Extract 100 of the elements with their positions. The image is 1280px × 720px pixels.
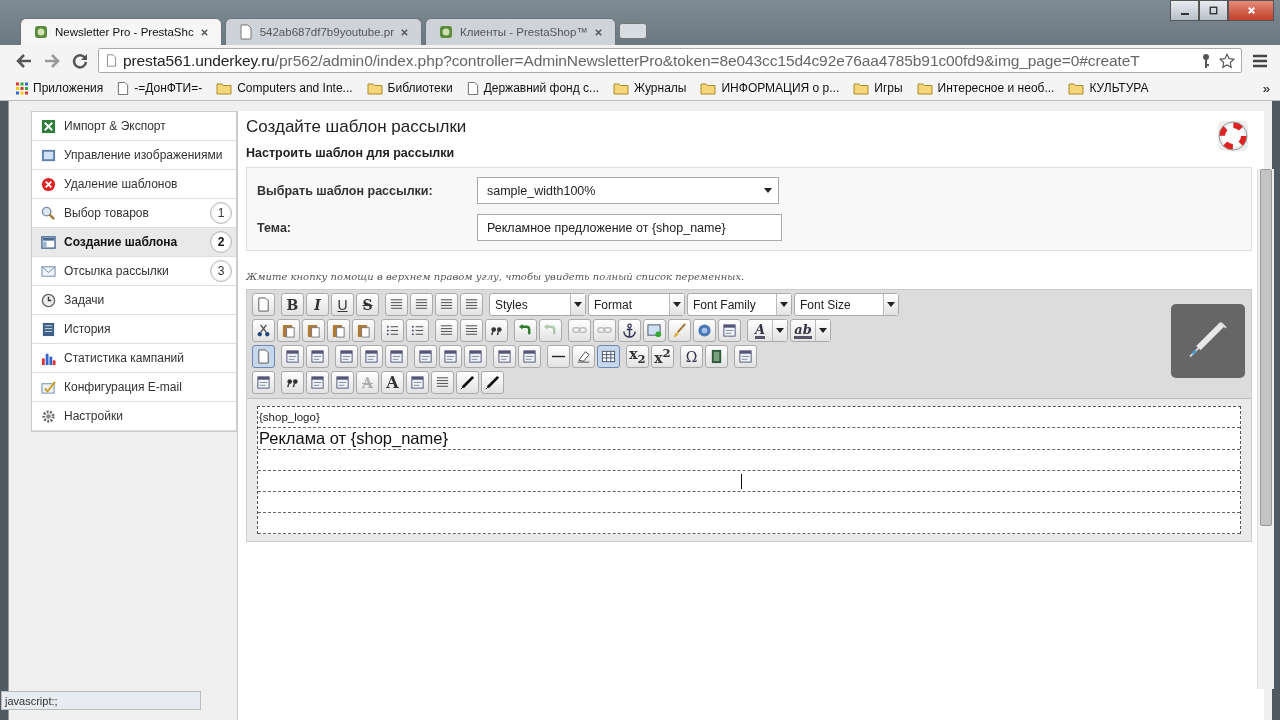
minimize-button[interactable] bbox=[1170, 0, 1199, 21]
color-picker-button[interactable]: A bbox=[747, 319, 788, 342]
new-tab-button[interactable] bbox=[618, 23, 647, 39]
toolbar-dropdown[interactable]: Styles bbox=[489, 293, 586, 316]
toolbar-button[interactable] bbox=[281, 371, 304, 394]
envelope-icon bbox=[41, 263, 56, 279]
toolbar-button[interactable] bbox=[431, 371, 454, 394]
close-button[interactable] bbox=[1228, 0, 1274, 21]
toolbar-button[interactable] bbox=[493, 345, 516, 368]
address-field[interactable]: presta561.underkey.ru/pr562/admin0/index.php?controller=AdminNewsletterPro&token=8e043cc15d4c92e76aa4785b91c00fd9&img_page=0#createT bbox=[98, 48, 1242, 73]
toolbar-button[interactable] bbox=[306, 371, 329, 394]
close-icon[interactable] bbox=[593, 27, 603, 37]
editor-row[interactable]: {shop_logo} bbox=[258, 407, 1240, 428]
sidebar-item[interactable]: Настройки bbox=[32, 402, 236, 431]
browser-tab[interactable]: Клиенты - PrestaShop™ bbox=[425, 18, 616, 45]
editor-row[interactable]: Реклама от {shop_name} bbox=[258, 428, 1240, 450]
toolbar-button[interactable] bbox=[460, 319, 483, 342]
toolbar-button[interactable] bbox=[252, 371, 275, 394]
page-icon bbox=[105, 53, 118, 68]
toolbar-button[interactable] bbox=[705, 345, 728, 368]
color-picker-button[interactable]: ab bbox=[790, 319, 831, 342]
toolbar-button[interactable]: S bbox=[356, 293, 379, 316]
toolbar-button[interactable] bbox=[435, 293, 458, 316]
toolbar-dropdown[interactable]: Format bbox=[588, 293, 685, 316]
toolbar-button[interactable] bbox=[410, 293, 433, 316]
toolbar-button[interactable] bbox=[385, 293, 408, 316]
caret-icon bbox=[819, 328, 827, 333]
toolbar-button[interactable]: x$^{2}$ bbox=[651, 345, 674, 368]
browser-tab[interactable]: Newsletter Pro - PrestaShc bbox=[20, 18, 222, 45]
heading-text: Реклама от {shop_name} bbox=[259, 429, 448, 448]
toolbar-button[interactable] bbox=[385, 345, 408, 368]
toolbar-button[interactable] bbox=[456, 371, 479, 394]
toolbar-button[interactable] bbox=[439, 345, 462, 368]
toolbar-button[interactable] bbox=[331, 371, 354, 394]
template-select[interactable]: sample_width100% bbox=[477, 177, 779, 204]
sidebar-item[interactable]: Задачи bbox=[32, 286, 236, 315]
sidebar-item[interactable]: Управление изображениями bbox=[32, 141, 236, 170]
toolbar-button[interactable] bbox=[335, 345, 358, 368]
spreadsheet-icon bbox=[41, 118, 56, 134]
syringe-button[interactable] bbox=[1171, 304, 1245, 378]
sidebar-item[interactable]: Импорт & Экспорт bbox=[32, 112, 236, 141]
toolbar-button[interactable] bbox=[734, 345, 757, 368]
toolbar-button[interactable] bbox=[597, 345, 620, 368]
maximize-button[interactable] bbox=[1199, 0, 1228, 21]
toolbar-button[interactable] bbox=[306, 345, 329, 368]
toolbar-button[interactable] bbox=[485, 319, 508, 342]
folder-icon bbox=[1068, 81, 1085, 95]
close-icon[interactable] bbox=[199, 27, 209, 37]
toolbar-button[interactable] bbox=[406, 371, 429, 394]
folder-icon bbox=[216, 81, 233, 95]
sidebar-item[interactable]: Удаление шаблонов bbox=[32, 170, 236, 199]
toolbar-button[interactable]: I bbox=[306, 293, 329, 316]
bookmark[interactable]: Computers and Inte... bbox=[216, 81, 353, 95]
bookmark[interactable]: КУЛЬТУРА bbox=[1068, 81, 1149, 95]
toolbar-button[interactable]: A bbox=[381, 371, 404, 394]
toolbar-button[interactable] bbox=[464, 345, 487, 368]
bookmark[interactable]: Журналы bbox=[613, 81, 687, 95]
toolbar-button[interactable] bbox=[252, 319, 275, 342]
toolbar-button[interactable] bbox=[718, 319, 741, 342]
toolbar-button[interactable] bbox=[281, 345, 304, 368]
toolbar-button[interactable] bbox=[360, 345, 383, 368]
toolbar-button[interactable] bbox=[435, 319, 458, 342]
star-icon[interactable] bbox=[1219, 52, 1235, 69]
clock-icon bbox=[41, 292, 56, 308]
scrollbar-thumb[interactable] bbox=[1260, 169, 1272, 526]
close-icon[interactable] bbox=[400, 27, 409, 37]
lifebuoy-icon[interactable] bbox=[1218, 121, 1248, 151]
logo-placeholder: {shop_logo} bbox=[259, 411, 320, 423]
toolbar-button[interactable]: B bbox=[281, 293, 304, 316]
clipboard-icon bbox=[306, 323, 321, 338]
bookmark[interactable]: Библиотеки bbox=[366, 81, 453, 95]
editor-row[interactable] bbox=[258, 471, 1240, 492]
bookmark[interactable]: ИНФОРМАЦИЯ о р... bbox=[700, 81, 840, 95]
bookmark[interactable]: Державний фонд с... bbox=[466, 81, 600, 95]
subject-field[interactable]: Рекламное предложение от {shop_name} bbox=[477, 214, 782, 241]
hint-text: Жмите кнопку помощи в верхнем правом углу, чтобы увидеть полный список переменных. bbox=[246, 271, 746, 282]
sidebar-item[interactable]: Статистика кампаний bbox=[32, 344, 236, 373]
toolbar-dropdown[interactable]: Font Family bbox=[687, 293, 792, 316]
bookmark[interactable]: Приложения bbox=[16, 81, 104, 95]
toolbar-button[interactable]: Ω bbox=[680, 345, 703, 368]
bookmark[interactable]: -=ДонФТИ=- bbox=[117, 81, 203, 95]
toolbar-button[interactable] bbox=[518, 345, 541, 368]
magnifier-icon bbox=[41, 205, 56, 221]
toolbar-button[interactable] bbox=[481, 371, 504, 394]
bookmark[interactable]: Игры bbox=[853, 81, 903, 95]
toolbar-button[interactable] bbox=[460, 293, 483, 316]
sidebar-item[interactable]: Создание шаблона 2 bbox=[32, 228, 236, 257]
toolbar-button[interactable]: U bbox=[331, 293, 354, 316]
browser-tab[interactable]: 542ab687df7b9youtube.pr bbox=[224, 18, 422, 45]
sidebar-item[interactable]: Конфигурация E-mail bbox=[32, 373, 236, 402]
toolbar-dropdown[interactable]: Font Size bbox=[794, 293, 899, 316]
step-number: 3 bbox=[210, 260, 232, 282]
bookmark[interactable]: Интересное и необ... bbox=[916, 81, 1055, 95]
toolbar-button[interactable] bbox=[414, 345, 437, 368]
more-bookmarks-button[interactable]: » bbox=[1262, 80, 1270, 96]
sidebar-item[interactable]: Отсылка рассылки 3 bbox=[32, 257, 236, 286]
toolbar-button[interactable] bbox=[618, 319, 641, 342]
sidebar-item[interactable]: История bbox=[32, 315, 236, 344]
toolbar-button[interactable] bbox=[547, 345, 570, 368]
toolbar-button[interactable]: x$_{2}$ bbox=[626, 345, 649, 368]
